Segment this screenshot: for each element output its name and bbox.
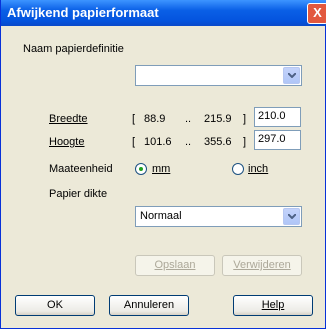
close-button[interactable]: X [307, 3, 326, 24]
width-input[interactable]: 210.0 [254, 107, 301, 127]
unit-inch-label[interactable]: inch [248, 163, 268, 175]
paper-name-combo[interactable] [135, 65, 302, 86]
unit-mm-radio[interactable] [135, 163, 147, 175]
width-max: 215.9 [204, 113, 232, 125]
radio-selected-dot [139, 167, 143, 171]
save-button-label: Opslaan [154, 259, 196, 271]
unit-label: Maateenheid [49, 163, 113, 175]
ok-button-label: OK [47, 299, 63, 311]
title-bar: Afwijkend papierformaat X [1, 0, 326, 26]
help-button-label: Help [261, 299, 285, 311]
thickness-label: Papier dikte [49, 188, 108, 200]
width-range-sep: .. [185, 113, 192, 125]
height-range-open: [ [132, 136, 136, 148]
custom-paper-size-dialog: Afwijkend papierformaat X Naam papierdef… [0, 0, 326, 329]
window-title: Afwijkend papierformaat [7, 5, 159, 20]
height-range-sep: .. [185, 136, 192, 148]
delete-button-label: Verwijderen [233, 259, 291, 271]
width-label: Breedte [49, 113, 88, 125]
paper-name-label: Naam papierdefinitie [23, 43, 124, 55]
help-button[interactable]: Help [233, 295, 313, 316]
thickness-combo[interactable]: Normaal [135, 206, 302, 227]
chevron-down-icon [288, 214, 296, 219]
unit-inch-radio[interactable] [232, 163, 244, 175]
save-button[interactable]: Opslaan [135, 255, 215, 276]
thickness-value: Normaal [140, 210, 182, 222]
height-input[interactable]: 297.0 [254, 130, 301, 150]
width-min: 88.9 [144, 113, 166, 125]
unit-mm-label[interactable]: mm [152, 163, 170, 175]
width-range-close: ] [243, 113, 247, 125]
delete-button[interactable]: Verwijderen [222, 255, 302, 276]
thickness-dropdown-button[interactable] [283, 208, 300, 225]
ok-button[interactable]: OK [15, 295, 95, 316]
height-label: Hoogte [49, 136, 85, 148]
width-range-open: [ [132, 113, 136, 125]
close-icon: X [313, 5, 322, 20]
cancel-button[interactable]: Annuleren [109, 295, 189, 316]
paper-name-dropdown-button[interactable] [283, 67, 300, 84]
cancel-button-label: Annuleren [123, 299, 175, 311]
height-max: 355.6 [204, 136, 232, 148]
height-range-close: ] [243, 136, 247, 148]
chevron-down-icon [288, 73, 296, 78]
height-min: 101.6 [144, 136, 172, 148]
